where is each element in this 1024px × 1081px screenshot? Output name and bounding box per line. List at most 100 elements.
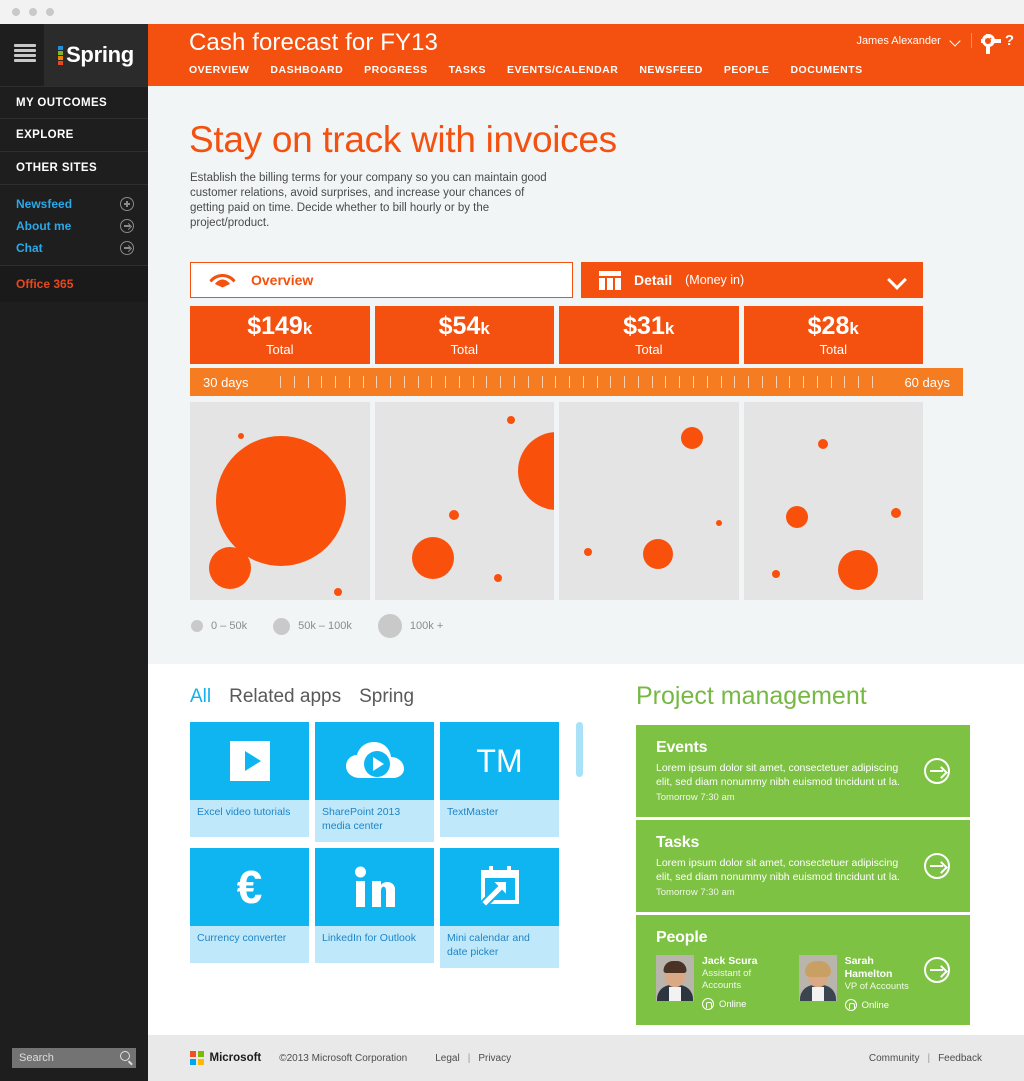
pm-card-tasks[interactable]: Tasks Lorem ipsum dolor sit amet, consec… <box>636 820 970 912</box>
footer-link-community[interactable]: Community <box>869 1053 920 1064</box>
hamburger-menu-icon[interactable] <box>14 44 36 62</box>
total-value: $28 <box>807 312 850 340</box>
bubble-datapoint[interactable] <box>837 550 878 591</box>
nav-tab-progress[interactable]: PROGRESS <box>364 64 428 76</box>
app-tile-mini-calendar-date-picker[interactable]: Mini calendar and date picker <box>440 848 559 968</box>
nav-tab-documents[interactable]: DOCUMENTS <box>790 64 862 76</box>
search-input[interactable] <box>12 1048 136 1068</box>
app-tile-currency-converter[interactable]: € Currency converter <box>190 848 309 968</box>
sidebar-link-label: About me <box>16 219 72 233</box>
total-value: $54 <box>438 312 481 340</box>
bubble-datapoint[interactable] <box>216 436 347 566</box>
apps-scrollbar[interactable] <box>576 722 583 997</box>
nav-tab-people[interactable]: PEOPLE <box>724 64 770 76</box>
main-content: Stay on track with invoices Establish th… <box>148 86 1024 1081</box>
footer-link-legal[interactable]: Legal <box>435 1053 459 1064</box>
slider-ticks <box>280 376 873 388</box>
spring-logo[interactable]: Spring <box>44 24 148 86</box>
nav-tab-dashboard[interactable]: DASHBOARD <box>270 64 343 76</box>
search-icon[interactable] <box>120 1051 130 1061</box>
bubble-datapoint[interactable] <box>494 574 502 583</box>
arrow-circle-icon[interactable] <box>120 241 134 255</box>
bubble-datapoint[interactable] <box>412 537 455 580</box>
app-tiles: Excel video tutorials SharePoint 2013 me… <box>190 722 570 968</box>
footer-link-feedback[interactable]: Feedback <box>938 1053 982 1064</box>
nav-tab-events-calendar[interactable]: EVENTS/CALENDAR <box>507 64 618 76</box>
window-close-dot[interactable] <box>12 8 20 16</box>
sidebar-item-other-sites[interactable]: OTHER SITES <box>0 152 148 185</box>
window-maximize-dot[interactable] <box>46 8 54 16</box>
help-icon[interactable]: ? <box>1005 33 1014 48</box>
bubble-datapoint[interactable] <box>681 426 703 449</box>
days-range-slider[interactable]: 30 days 60 days <box>190 368 963 396</box>
sidebar-link-label: Newsfeed <box>16 197 73 211</box>
bubble-datapoint[interactable] <box>517 432 554 511</box>
tab-all[interactable]: All <box>190 686 211 708</box>
nav-tab-overview[interactable]: OVERVIEW <box>189 64 249 76</box>
arrow-circle-icon[interactable] <box>120 219 134 233</box>
euro-icon: € <box>190 848 309 926</box>
sidebar-item-explore[interactable]: EXPLORE <box>0 119 148 152</box>
arrow-right-icon[interactable] <box>924 853 950 879</box>
total-value: $149 <box>247 312 303 340</box>
arrow-right-icon[interactable] <box>924 758 950 784</box>
chevron-down-icon[interactable] <box>890 273 903 286</box>
bubble-datapoint[interactable] <box>208 547 251 590</box>
bubble-datapoint[interactable] <box>507 415 516 424</box>
tab-related-apps[interactable]: Related apps <box>229 686 341 708</box>
apps-scrollbar-thumb[interactable] <box>576 722 583 777</box>
page-header: Cash forecast for FY13 OVERVIEW DASHBOAR… <box>148 24 1024 86</box>
person-entry[interactable]: Jack Scura Assistant of Accounts Online <box>656 955 777 1011</box>
arrow-right-icon[interactable] <box>924 957 950 983</box>
bubble-datapoint[interactable] <box>642 539 673 570</box>
bubble-datapoint[interactable] <box>771 570 780 579</box>
total-card[interactable]: $54k Total <box>374 306 554 364</box>
sidebar-links: Newsfeed About me Chat <box>0 185 148 266</box>
bubble-datapoint[interactable] <box>890 507 901 518</box>
total-card[interactable]: $149k Total <box>190 306 370 364</box>
bubble-datapoint[interactable] <box>334 588 343 597</box>
sidebar-link-label: Chat <box>16 241 43 255</box>
avatar <box>656 955 694 1001</box>
overview-tab[interactable]: Overview <box>190 262 573 298</box>
app-tile-textmaster[interactable]: TM TextMaster <box>440 722 559 842</box>
bubble-datapoint[interactable] <box>583 548 592 557</box>
pm-card-events[interactable]: Events Lorem ipsum dolor sit amet, conse… <box>636 725 970 817</box>
bubble-panel[interactable] <box>743 402 923 600</box>
total-card[interactable]: $28k Total <box>743 306 923 364</box>
total-card[interactable]: $31k Total <box>559 306 739 364</box>
bubble-panel[interactable] <box>374 402 554 600</box>
gear-icon[interactable] <box>981 33 1002 54</box>
plus-circle-icon[interactable] <box>120 197 134 211</box>
person-entry[interactable]: Sarah Hamelton VP of Accounts Online <box>798 955 910 1011</box>
chevron-down-icon[interactable] <box>951 36 961 46</box>
apps-tabs: All Related apps Spring <box>190 686 618 708</box>
sidebar-item-about-me[interactable]: About me <box>0 215 148 237</box>
bubble-datapoint[interactable] <box>715 519 722 526</box>
sidebar-item-newsfeed[interactable]: Newsfeed <box>0 193 148 215</box>
window-controls[interactable] <box>12 8 54 16</box>
bubble-datapoint[interactable] <box>238 432 245 439</box>
sidebar-item-chat[interactable]: Chat <box>0 237 148 259</box>
nav-tab-tasks[interactable]: TASKS <box>449 64 486 76</box>
bubble-datapoint[interactable] <box>818 438 829 449</box>
sidebar-item-office365[interactable]: Office 365 <box>0 266 148 302</box>
pm-card-title: Events <box>656 739 708 756</box>
pm-card-people[interactable]: People Jack Scura Assistant of Accounts … <box>636 915 970 1025</box>
app-tile-linkedin-for-outlook[interactable]: LinkedIn for Outlook <box>315 848 434 968</box>
nav-tab-newsfeed[interactable]: NEWSFEED <box>639 64 703 76</box>
tab-spring[interactable]: Spring <box>359 686 414 708</box>
bubble-datapoint[interactable] <box>785 505 808 528</box>
bubble-panel[interactable] <box>559 402 739 600</box>
legend-circle-icon <box>273 617 291 635</box>
app-tile-sharepoint-media-center[interactable]: SharePoint 2013 media center <box>315 722 434 842</box>
app-tile-excel-video-tutorials[interactable]: Excel video tutorials <box>190 722 309 842</box>
bubble-panel[interactable] <box>190 402 370 600</box>
sidebar-item-my-outcomes[interactable]: MY OUTCOMES <box>0 86 148 119</box>
user-name[interactable]: James Alexander <box>856 35 940 47</box>
detail-tab[interactable]: Detail (Money in) <box>581 262 923 298</box>
footer-link-privacy[interactable]: Privacy <box>478 1053 511 1064</box>
bubble-datapoint[interactable] <box>449 509 460 520</box>
detail-tab-label: Detail <box>634 272 673 288</box>
window-minimize-dot[interactable] <box>29 8 37 16</box>
